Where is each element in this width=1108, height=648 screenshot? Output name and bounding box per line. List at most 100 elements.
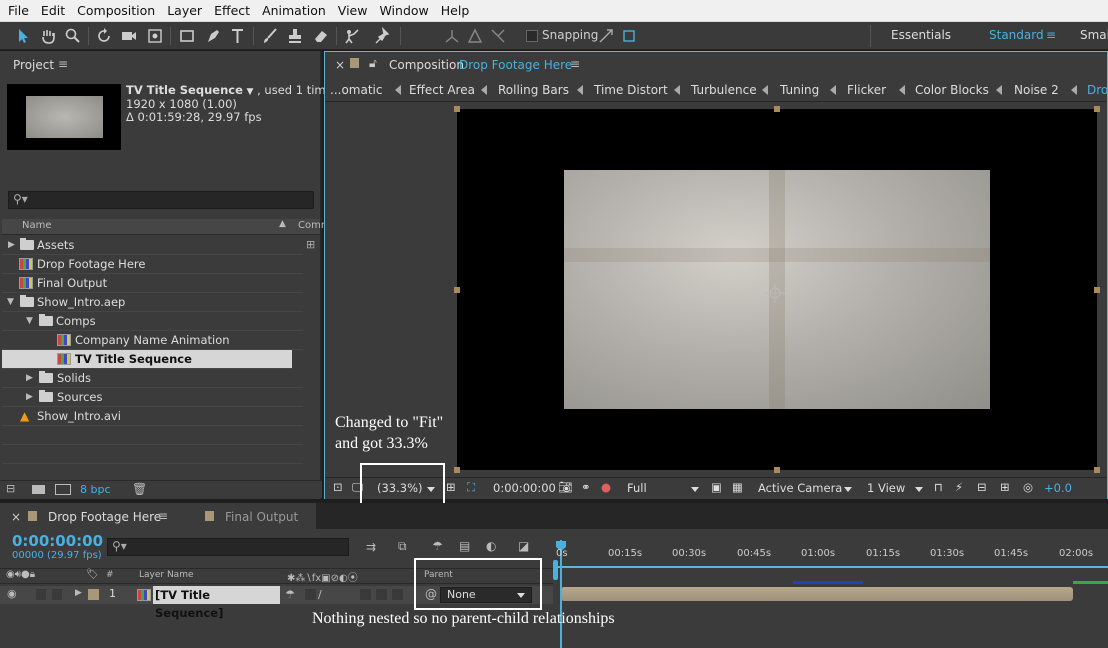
toggle-pixel-aspect-icon[interactable]: ⊓ [934, 480, 943, 494]
layer-nav-noise-2[interactable]: Noise 2 [1014, 83, 1059, 97]
new-folder-icon[interactable] [32, 485, 45, 494]
project-item-solids[interactable]: ▶ Solids [2, 369, 303, 388]
work-area-start-handle[interactable] [553, 560, 558, 580]
frame-blending-icon[interactable]: ▤ [459, 539, 470, 553]
rectangle-tool-icon[interactable] [176, 25, 198, 47]
resolution-icon[interactable]: ⊞ [446, 480, 456, 494]
column-number[interactable]: # [106, 570, 114, 580]
close-tab-icon[interactable]: × [335, 58, 345, 72]
expand-arrow-icon[interactable]: ▶ [8, 236, 15, 254]
menu-effect[interactable]: Effect [208, 0, 256, 22]
column-layer-name[interactable]: Layer Name [139, 570, 194, 580]
safe-zones-icon[interactable]: ⛶ [467, 480, 475, 495]
timeline-timecode[interactable]: 0:00:00:00 [12, 532, 103, 550]
project-tab[interactable]: Project [13, 58, 54, 72]
clone-stamp-tool-icon[interactable] [284, 25, 306, 47]
pan-behind-tool-icon[interactable] [144, 25, 166, 47]
snap-edges-icon[interactable] [595, 25, 617, 47]
layer-nav-effect-area[interactable]: Effect Area [409, 83, 475, 97]
workspace-menu-icon[interactable]: ≡ [1046, 28, 1056, 42]
layer-nav-tuning[interactable]: Tuning [780, 83, 819, 97]
timeline-tab-drop-footage[interactable]: Drop Footage Here [48, 510, 161, 524]
camera-dropdown[interactable]: Active Camera [758, 481, 842, 495]
project-item-show-intro-aep[interactable]: ▼ Show_Intro.aep [2, 293, 303, 312]
project-item-assets[interactable]: ▶ Assets [2, 236, 303, 255]
selection-tool-icon[interactable] [12, 25, 34, 47]
layer-duration-bar[interactable] [561, 587, 1073, 601]
camera-tool-icon[interactable] [118, 25, 140, 47]
project-item-company-name-animation[interactable]: Company Name Animation [2, 331, 303, 350]
bit-depth[interactable]: 8 bpc [80, 483, 111, 496]
expand-arrow-icon[interactable]: ▶ [26, 369, 33, 387]
layer-nav-automatic[interactable]: ...omatic [330, 83, 382, 97]
project-search-input[interactable]: ⚲▾ [8, 191, 314, 209]
show-snapshot-icon[interactable]: ⚭ [581, 480, 591, 494]
graph-editor-icon[interactable]: ◪ [518, 539, 529, 553]
timeline-search-input[interactable]: ⚲▾ [107, 538, 349, 556]
resolution-dropdown[interactable]: Full [627, 481, 647, 495]
project-item-final-output[interactable]: Final Output [2, 274, 303, 293]
project-item-sources[interactable]: ▶ Sources [2, 388, 303, 407]
always-preview-icon[interactable]: ⊡ [333, 480, 343, 494]
puppet-pin-tool-icon[interactable] [372, 25, 394, 47]
layer-name[interactable]: [TV Title Sequence] [153, 586, 280, 620]
label-color-icon[interactable] [88, 589, 99, 600]
switches-icons[interactable]: ✱⁂∖fx▣⊘◐⦿ [287, 569, 358, 584]
chevron-down-icon[interactable] [915, 487, 923, 492]
chevron-down-icon[interactable] [691, 487, 699, 492]
layer-nav-color-blocks[interactable]: Color Blocks [915, 83, 989, 97]
trash-icon[interactable]: 🗑 [132, 482, 147, 496]
column-name[interactable]: Name [22, 220, 52, 231]
menu-layer[interactable]: Layer [161, 0, 208, 22]
layer-nav-flicker[interactable]: Flicker [847, 83, 886, 97]
zoom-tool-icon[interactable] [62, 25, 84, 47]
label-icon[interactable]: 🏷︎ [86, 569, 99, 580]
layer-nav-turbulence[interactable]: Turbulence [691, 83, 757, 97]
project-item-comps[interactable]: ▼ Comps [2, 312, 303, 331]
exposure-value[interactable]: +0.0 [1044, 481, 1072, 495]
current-time-display[interactable]: 0:00:00:00 [493, 481, 556, 495]
project-item-show-intro-avi[interactable]: ▲ Show_Intro.avi [2, 407, 303, 426]
roto-brush-tool-icon[interactable] [341, 25, 363, 47]
channel-icon[interactable]: ● [601, 480, 611, 494]
workspace-standard[interactable]: Standard [989, 28, 1044, 42]
new-comp-icon[interactable] [55, 484, 71, 495]
timeline-icon[interactable]: ⊟ [977, 480, 987, 494]
menu-edit[interactable]: Edit [35, 0, 71, 22]
layer-nav-rolling-bars[interactable]: Rolling Bars [498, 83, 569, 97]
type-tool-icon[interactable] [227, 25, 249, 47]
sort-up-icon[interactable]: ▲ [279, 219, 286, 229]
hand-tool-icon[interactable] [37, 25, 59, 47]
composition-viewer[interactable] [454, 106, 1100, 473]
local-axis-mode-icon[interactable] [441, 25, 463, 47]
region-of-interest-icon[interactable]: ▣ [711, 480, 722, 494]
comp-mini-flowchart-icon[interactable]: ⇉ [366, 540, 376, 554]
fast-previews-icon[interactable]: ⚡︎ [955, 480, 963, 494]
visibility-eye-icon[interactable]: ◉ [7, 587, 17, 600]
reset-exposure-icon[interactable]: ◎ [1023, 480, 1033, 494]
anchor-point-icon[interactable] [765, 283, 785, 303]
flowchart-icon[interactable]: ⊞ [1000, 480, 1010, 494]
snap-features-icon[interactable] [618, 25, 640, 47]
workspace-small[interactable]: Small [1080, 28, 1108, 42]
transparency-grid-icon[interactable]: ▦ [732, 480, 743, 494]
snapping-checkbox[interactable] [526, 30, 538, 42]
motion-blur-icon[interactable]: ◐ [486, 539, 496, 553]
menu-view[interactable]: View [332, 0, 374, 22]
chevron-down-icon[interactable] [844, 487, 852, 492]
menu-help[interactable]: Help [435, 0, 476, 22]
timeline-tab-final-output[interactable]: Final Output [225, 510, 298, 524]
hide-shy-layers-icon[interactable]: ☂ [432, 539, 443, 553]
menu-composition[interactable]: Composition [71, 0, 161, 22]
draft-3d-icon[interactable]: ⧉ [398, 539, 407, 554]
av-switches-icon[interactable]: ◉🔊︎●🔒︎ [6, 569, 35, 580]
comp-tab-name[interactable]: Drop Footage Here [459, 58, 572, 72]
menu-file[interactable]: File [2, 0, 35, 22]
comp-dropdown-icon[interactable]: ▼ [247, 87, 254, 97]
snapshot-icon[interactable]: 📷︎ [558, 480, 573, 494]
rotate-tool-icon[interactable] [93, 25, 115, 47]
collapse-arrow-icon[interactable]: ▼ [26, 312, 33, 330]
workspace-essentials[interactable]: Essentials [891, 28, 951, 42]
shy-switch-icon[interactable]: ☂ [285, 588, 295, 601]
panel-menu-icon[interactable]: ≡ [158, 509, 168, 523]
